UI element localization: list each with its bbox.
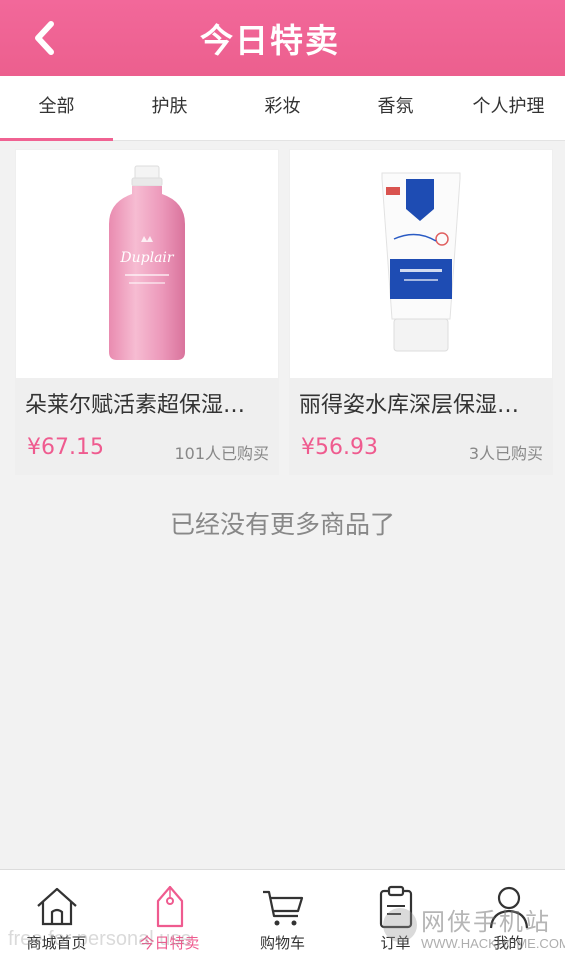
product-name: 朵莱尔赋活素超保湿… xyxy=(25,393,246,418)
pink-bottle-icon: Duplair xyxy=(109,165,185,360)
watermark-url: WWW.HACKHOME.COM xyxy=(421,936,565,951)
watermark-logo-icon xyxy=(383,908,417,942)
nav-cart[interactable]: 购物车 xyxy=(226,870,339,966)
watermark-left: free for personal use xyxy=(8,928,192,950)
product-price: ¥67.15 xyxy=(27,435,104,460)
nav-home[interactable]: 商城首页 xyxy=(0,870,113,966)
tab-personal-care[interactable]: 个人护理 xyxy=(452,76,565,140)
watermark-logo: 网侠手机站 WWW.HACKHOME.COM xyxy=(377,902,565,962)
page-title: 今日特卖 xyxy=(200,21,340,60)
cart-icon xyxy=(262,890,303,926)
watermark-title: 网侠手机站 xyxy=(421,908,551,936)
product-card[interactable]: 丽得姿水库深层保湿… ¥56.93 3人已购买 xyxy=(289,149,553,475)
product-price: ¥56.93 xyxy=(301,435,378,460)
tag-icon xyxy=(156,885,183,928)
nav-cart-label: 购物车 xyxy=(259,934,305,952)
title-bar: 今日特卖 xyxy=(0,0,565,76)
tab-skincare[interactable]: 护肤 xyxy=(113,76,226,140)
tab-all[interactable]: 全部 xyxy=(0,76,113,141)
nav-daily-deals[interactable]: 今日特卖 xyxy=(113,870,226,966)
product-name: 丽得姿水库深层保湿… xyxy=(299,393,520,418)
category-tabs: 全部 护肤 彩妆 香氛 个人护理 xyxy=(0,76,565,141)
product-card[interactable]: Duplair 朵莱尔赋活素超保湿… ¥67.15 101人已购买 xyxy=(15,149,279,475)
product-grid: Duplair 朵莱尔赋活素超保湿… ¥67.15 101人已购买 丽得姿水库深… xyxy=(15,149,553,475)
product-sold-count: 3人已购买 xyxy=(468,444,543,463)
product-image-blue-cleanser xyxy=(290,150,552,378)
cleanser-tube-icon xyxy=(381,172,461,352)
tab-fragrance[interactable]: 香氛 xyxy=(339,76,452,140)
home-icon xyxy=(36,887,77,926)
product-image-pink-toner: Duplair xyxy=(16,150,278,378)
product-sold-count: 101人已购买 xyxy=(174,444,269,463)
no-more-items-text: 已经没有更多商品了 xyxy=(169,510,395,539)
svg-text:Duplair: Duplair xyxy=(119,250,175,266)
tab-makeup[interactable]: 彩妆 xyxy=(226,76,339,140)
